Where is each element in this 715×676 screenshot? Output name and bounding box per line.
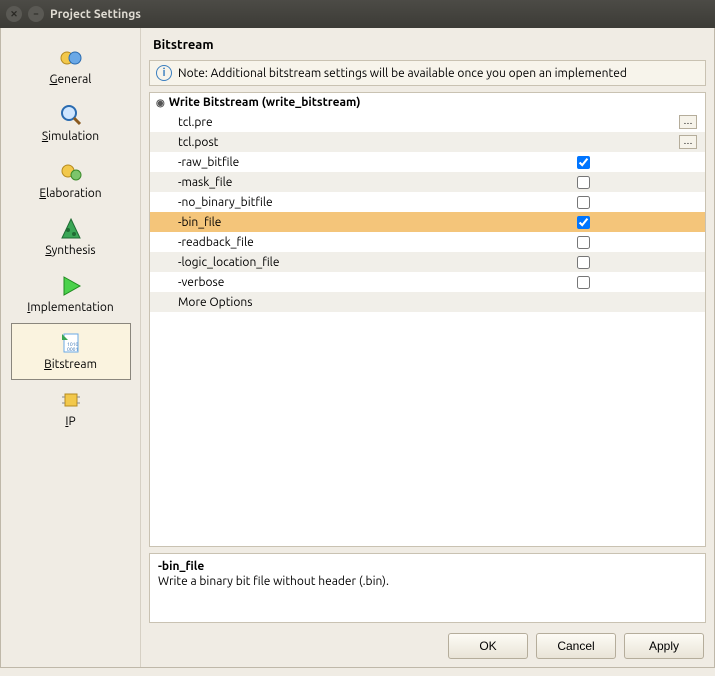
bitstream-file-icon: 10100001 <box>14 328 128 358</box>
button-bar: OK Cancel Apply <box>149 629 706 659</box>
setting-checkbox[interactable] <box>577 196 590 209</box>
synthesis-icon <box>14 214 128 244</box>
setting-name: tcl.post <box>178 136 679 149</box>
setting-name: -mask_file <box>178 176 577 189</box>
setting-row[interactable]: More Options <box>150 292 705 312</box>
window-body: General Simulation Elaboration Synthesis <box>0 28 715 668</box>
sidebar-item-label: Bitstream <box>44 358 97 371</box>
setting-row[interactable]: -raw_bitfile <box>150 152 705 172</box>
play-icon <box>14 271 128 301</box>
apply-button[interactable]: Apply <box>624 633 704 659</box>
page-title: Bitstream <box>149 36 706 54</box>
description-panel: -bin_file Write a binary bit file withou… <box>149 553 706 623</box>
main-panel: Bitstream i Note: Additional bitstream s… <box>141 28 714 667</box>
sidebar-item-label: Simulation <box>42 130 99 143</box>
description-body: Write a binary bit file without header (… <box>158 575 697 588</box>
setting-name: -logic_location_file <box>178 256 577 269</box>
group-title: Write Bitstream (write_bitstream) <box>169 96 361 109</box>
setting-name: tcl.pre <box>178 116 679 129</box>
sidebar-item-simulation[interactable]: Simulation <box>11 95 131 152</box>
setting-checkbox[interactable] <box>577 176 590 189</box>
sidebar-item-label: Elaboration <box>39 187 101 200</box>
setting-checkbox[interactable] <box>577 256 590 269</box>
ok-button[interactable]: OK <box>448 633 528 659</box>
disclosure-icon: ◉ <box>156 97 165 109</box>
group-header[interactable]: ◉ Write Bitstream (write_bitstream) <box>150 93 705 112</box>
description-title: -bin_file <box>158 560 697 573</box>
cancel-button[interactable]: Cancel <box>536 633 616 659</box>
setting-row[interactable]: -logic_location_file <box>150 252 705 272</box>
window-title: Project Settings <box>50 8 141 21</box>
sidebar-item-bitstream[interactable]: 10100001 Bitstream <box>11 323 131 380</box>
note-text: Note: Additional bitstream settings will… <box>178 67 627 80</box>
sidebar-item-elaboration[interactable]: Elaboration <box>11 152 131 209</box>
setting-row[interactable]: -readback_file <box>150 232 705 252</box>
setting-checkbox[interactable] <box>577 156 590 169</box>
titlebar: ✕ – Project Settings <box>0 0 715 28</box>
magnifier-icon <box>14 100 128 130</box>
setting-checkbox[interactable] <box>577 276 590 289</box>
sidebar-item-label: Implementation <box>27 301 113 314</box>
setting-name: -verbose <box>178 276 577 289</box>
setting-checkbox[interactable] <box>577 236 590 249</box>
sidebar-item-implementation[interactable]: Implementation <box>11 266 131 323</box>
setting-row[interactable]: -mask_file <box>150 172 705 192</box>
sidebar-item-label: Synthesis <box>45 244 95 257</box>
setting-checkbox[interactable] <box>577 216 590 229</box>
setting-row[interactable]: -verbose <box>150 272 705 292</box>
setting-name: -raw_bitfile <box>178 156 577 169</box>
close-icon[interactable]: ✕ <box>6 6 22 22</box>
sidebar-item-label: General <box>50 73 92 86</box>
setting-name: More Options <box>178 296 697 309</box>
settings-panel: ◉ Write Bitstream (write_bitstream) tcl.… <box>149 92 706 547</box>
setting-row[interactable]: tcl.post… <box>150 132 705 152</box>
sidebar-item-synthesis[interactable]: Synthesis <box>11 209 131 266</box>
browse-button[interactable]: … <box>679 135 697 149</box>
setting-row[interactable]: -bin_file <box>150 212 705 232</box>
setting-name: -no_binary_bitfile <box>178 196 577 209</box>
sidebar: General Simulation Elaboration Synthesis <box>1 28 141 667</box>
settings-rows: tcl.pre…tcl.post…-raw_bitfile-mask_file-… <box>150 112 705 546</box>
setting-name: -readback_file <box>178 236 577 249</box>
setting-row[interactable]: -no_binary_bitfile <box>150 192 705 212</box>
general-icon <box>14 43 128 73</box>
browse-button[interactable]: … <box>679 115 697 129</box>
info-icon: i <box>156 65 172 81</box>
minimize-icon[interactable]: – <box>28 6 44 22</box>
setting-row[interactable]: tcl.pre… <box>150 112 705 132</box>
chip-icon <box>14 385 128 415</box>
sidebar-item-label: IP <box>65 415 75 428</box>
gears-icon <box>14 157 128 187</box>
note-box: i Note: Additional bitstream settings wi… <box>149 60 706 86</box>
sidebar-item-ip[interactable]: IP <box>11 380 131 437</box>
svg-text:0001: 0001 <box>67 346 78 352</box>
setting-name: -bin_file <box>178 216 577 229</box>
sidebar-item-general[interactable]: General <box>11 38 131 95</box>
